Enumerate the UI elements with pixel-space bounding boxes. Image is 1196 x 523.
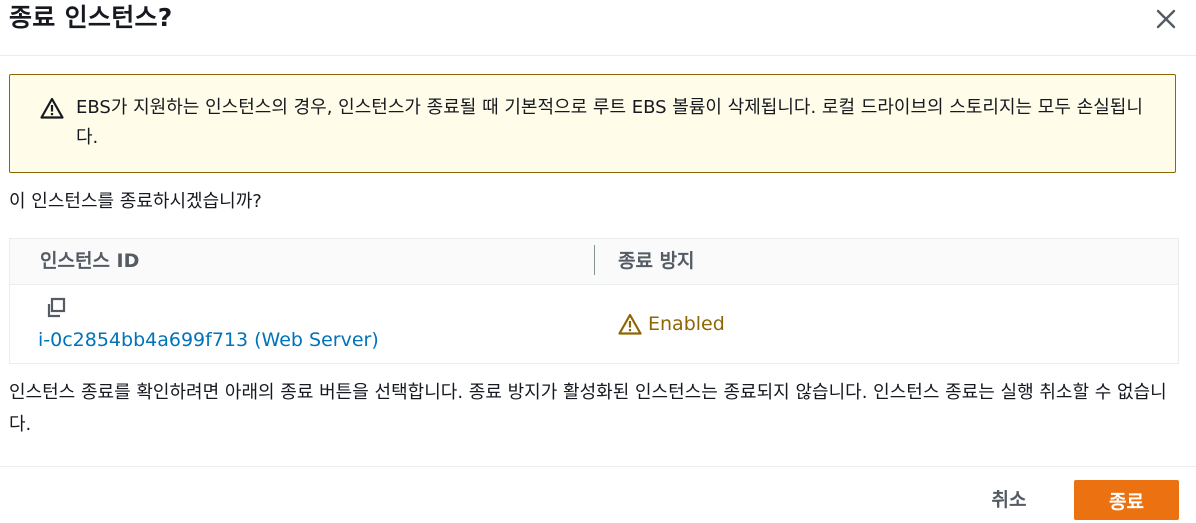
confirm-question: 이 인스턴스를 종료하시겠습니까? <box>9 191 262 212</box>
warning-icon <box>618 313 642 335</box>
footer-divider <box>0 466 1196 467</box>
dialog-header: 종료 인스턴스? <box>0 0 1196 56</box>
termination-protection-value: Enabled <box>648 313 725 335</box>
column-header-termination-protection: 종료 방지 <box>618 250 695 272</box>
warning-banner: EBS가 지원하는 인스턴스의 경우, 인스턴스가 종료될 때 기본적으로 루트… <box>9 74 1176 173</box>
instance-table: 인스턴스 ID 종료 방지 i-0c2854bb4a699f713 (Web S… <box>9 238 1179 364</box>
confirm-instructions: 인스턴스 종료를 확인하려면 아래의 종료 버튼을 선택합니다. 종료 방지가 … <box>9 382 1167 435</box>
dialog-title: 종료 인스턴스? <box>9 3 173 32</box>
copy-icon[interactable] <box>44 296 68 320</box>
instance-id-link[interactable]: i-0c2854bb4a699f713 (Web Server) <box>38 327 379 353</box>
terminate-button[interactable]: 종료 <box>1074 480 1179 520</box>
close-icon[interactable] <box>1154 7 1178 31</box>
table-header: 인스턴스 ID 종료 방지 <box>10 239 1178 285</box>
terminate-instance-dialog: 종료 인스턴스? EBS가 지원하는 인스턴스의 경우, 인스턴스가 종료될 때… <box>0 0 1196 523</box>
warning-icon <box>40 97 64 119</box>
column-divider <box>594 245 595 275</box>
termination-protection-status: Enabled <box>618 311 725 337</box>
column-header-instance-id: 인스턴스 ID <box>40 250 140 272</box>
warning-text: EBS가 지원하는 인스턴스의 경우, 인스턴스가 종료될 때 기본적으로 루트… <box>76 97 1143 148</box>
cancel-button[interactable]: 취소 <box>968 480 1050 516</box>
